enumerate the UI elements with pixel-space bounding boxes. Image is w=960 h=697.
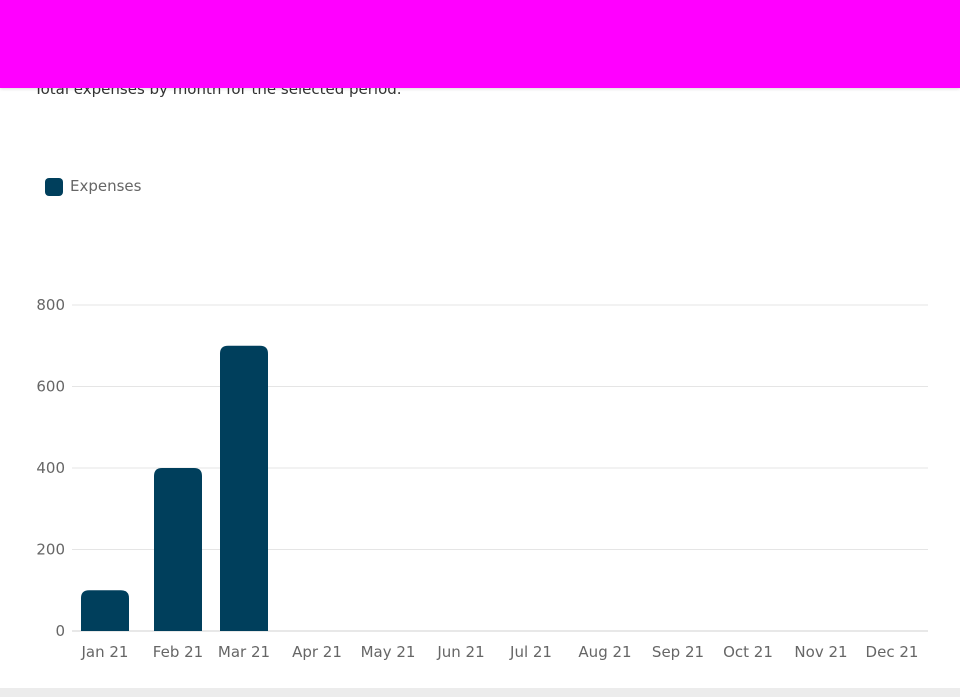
expenses-bar-chart: 0 200 400 600 800 Jan 21 Feb 21 Mar 21 Apr 21 Ma…	[36, 296, 928, 661]
y-tick-label: 800	[36, 296, 65, 314]
y-tick-label: 400	[36, 459, 65, 477]
x-tick-label: Jan 21	[81, 643, 129, 661]
x-tick-label: Sep 21	[652, 643, 704, 661]
x-tick-label: Nov 21	[794, 643, 847, 661]
x-tick-label: Apr 21	[292, 643, 342, 661]
bar[interactable]	[220, 345, 268, 631]
x-tick-label: Aug 21	[578, 643, 631, 661]
x-tick-label: Jun 21	[436, 643, 484, 661]
bar[interactable]	[154, 468, 202, 631]
bar[interactable]	[81, 590, 129, 631]
x-tick-label: Jul 21	[509, 643, 552, 661]
top-bar	[0, 0, 960, 88]
bottom-edge	[0, 688, 960, 697]
y-tick-label: 600	[36, 378, 65, 396]
x-axis-ticks: Jan 21 Feb 21 Mar 21 Apr 21 May 21 Jun 21 Jul …	[81, 643, 919, 661]
x-tick-label: Feb 21	[153, 643, 203, 661]
x-tick-label: Oct 21	[723, 643, 773, 661]
y-tick-label: 200	[36, 541, 65, 559]
bars	[81, 345, 268, 631]
x-tick-label: May 21	[361, 643, 416, 661]
x-tick-label: Dec 21	[866, 643, 919, 661]
x-tick-label: Mar 21	[218, 643, 270, 661]
y-tick-label: 0	[55, 622, 65, 640]
y-axis-ticks: 0 200 400 600 800	[36, 296, 65, 640]
